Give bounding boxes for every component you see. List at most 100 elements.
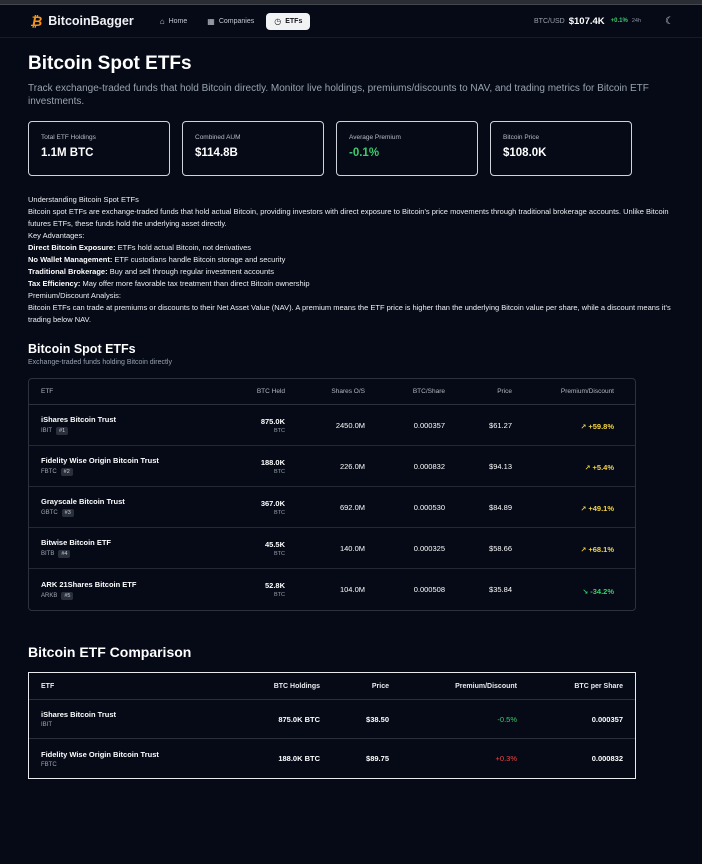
premium-cell: ↗ +68.1% xyxy=(512,539,626,557)
col-header-etf[interactable]: ETF xyxy=(29,683,229,690)
nav-item-home[interactable]: ⌂ Home xyxy=(152,13,196,30)
stat-label: Bitcoin Price xyxy=(503,134,540,141)
btc-share-cell: 0.000530 xyxy=(413,502,445,512)
rank-badge: #1 xyxy=(56,427,69,435)
nav-item-label: Home xyxy=(168,17,188,25)
price-cell: $89.75 xyxy=(366,754,389,763)
bitcoin-logo-icon: ₿ xyxy=(30,13,43,29)
trend-down-icon: ↘ xyxy=(582,588,589,596)
table-row[interactable]: Fidelity Wise Origin Bitcoin Trust FBTC … xyxy=(29,739,635,778)
advantage-item: Traditional Brokerage: Buy and sell thro… xyxy=(28,266,674,278)
etf-table: ETF BTC Held Shares O/S BTC/Share Price … xyxy=(28,378,636,611)
etf-cell: Fidelity Wise Origin Bitcoin Trust FBTC xyxy=(29,750,229,768)
price-cell: $58.66 xyxy=(489,543,512,553)
advantage-text: ETFs hold actual Bitcoin, not derivative… xyxy=(115,243,252,252)
table-row[interactable]: Grayscale Bitcoin Trust GBTC #3 367.0K BT… xyxy=(29,487,635,528)
col-header-btc-per-share[interactable]: BTC per Share xyxy=(517,683,635,690)
btc-held-unit: BTC xyxy=(274,468,285,475)
etf-cell: iShares Bitcoin Trust IBIT xyxy=(29,710,229,728)
home-icon: ⌂ xyxy=(159,16,165,26)
table-row[interactable]: iShares Bitcoin Trust IBIT 875.0K BTC $3… xyxy=(29,700,635,739)
rank-badge: #3 xyxy=(61,509,74,517)
btc-held-cell: 52.8K BTC xyxy=(229,581,285,598)
trend-up-icon: ↗ xyxy=(580,506,587,513)
etf-ticker: ARKB xyxy=(41,592,58,599)
col-header-premium[interactable]: Premium/Discount xyxy=(512,388,626,395)
etf-table-header: ETF BTC Held Shares O/S BTC/Share Price … xyxy=(29,379,635,405)
etf-section-title: Bitcoin Spot ETFs xyxy=(28,342,136,356)
info-heading: Understanding Bitcoin Spot ETFs xyxy=(28,195,139,204)
table-row[interactable]: Bitwise Bitcoin ETF BITB #4 45.5K BTC 140… xyxy=(29,528,635,569)
table-row[interactable]: Fidelity Wise Origin Bitcoin Trust FBTC #… xyxy=(29,446,635,487)
table-row[interactable]: iShares Bitcoin Trust IBIT #1 875.0K BTC … xyxy=(29,405,635,446)
theme-toggle-moon-icon[interactable]: ☾ xyxy=(665,16,674,27)
etf-info-block: Understanding Bitcoin Spot ETFs Bitcoin … xyxy=(28,194,674,326)
col-header-etf[interactable]: ETF xyxy=(29,388,229,395)
etf-name: Fidelity Wise Origin Bitcoin Trust xyxy=(41,456,159,465)
table-row[interactable]: ARK 21Shares Bitcoin ETF ARKB #5 52.8K BT… xyxy=(29,569,635,610)
etf-ticker: GBTC xyxy=(41,510,58,516)
btc-share-cell: 0.000325 xyxy=(413,543,445,553)
advantage-term: Direct Bitcoin Exposure: xyxy=(28,243,116,252)
premium-cell: +0.3% xyxy=(495,754,517,763)
btc-per-share-cell: 0.000357 xyxy=(591,714,623,724)
comparison-table: ETF BTC Holdings Price Premium/Discount … xyxy=(28,672,636,779)
stat-card-bitcoin-price: Bitcoin Price $108.0K xyxy=(490,121,632,176)
advantage-text: Buy and sell through regular investment … xyxy=(107,267,274,276)
advantage-text: ETF custodians handle Bitcoin storage an… xyxy=(112,255,286,264)
btc-period: 24h xyxy=(631,18,642,24)
stat-card-average-premium: Average Premium -0.1% xyxy=(336,121,478,176)
col-header-shares[interactable]: Shares O/S xyxy=(285,388,365,395)
btc-change: +0.1% xyxy=(610,18,628,24)
shares-cell: 104.0M xyxy=(339,585,365,594)
etf-ticker: FBTC xyxy=(41,761,57,768)
premium-cell: ↗ +5.4% xyxy=(512,457,626,475)
btc-held-cell: 188.0K BTC xyxy=(229,458,285,475)
stat-card-combined-aum: Combined AUM $114.8B xyxy=(182,121,324,176)
stat-label: Combined AUM xyxy=(195,134,241,141)
premium-value: +59.8% xyxy=(588,422,614,431)
btc-per-share-cell: 0.000832 xyxy=(591,754,623,763)
advantage-term: No Wallet Management: xyxy=(28,255,113,264)
info-intro: Bitcoin spot ETFs are exchange-traded fu… xyxy=(28,207,669,228)
col-header-price[interactable]: Price xyxy=(320,683,389,690)
etf-cell: iShares Bitcoin Trust IBIT #1 xyxy=(29,415,229,435)
page-title: Bitcoin Spot ETFs xyxy=(28,53,192,74)
rank-badge: #5 xyxy=(61,591,74,600)
stat-value: $114.8B xyxy=(195,147,238,159)
nav-item-companies[interactable]: ▦ Companies xyxy=(199,13,262,30)
btc-held-cell: 875.0K BTC xyxy=(229,417,285,434)
premium-value: +49.1% xyxy=(588,504,614,513)
etf-name: iShares Bitcoin Trust xyxy=(41,710,117,719)
main-content: Bitcoin Spot ETFs Track exchange-traded … xyxy=(0,53,702,779)
btc-held-value: 188.0K xyxy=(260,457,285,467)
col-header-premium[interactable]: Premium/Discount xyxy=(389,683,517,690)
btc-held-value: 45.5K xyxy=(264,539,285,549)
rank-badge: #2 xyxy=(60,468,73,476)
shares-cell: 692.0M xyxy=(339,502,365,512)
col-header-price[interactable]: Price xyxy=(445,388,512,395)
btc-pair-label: BTC/USD xyxy=(534,17,565,25)
btc-holdings-cell: 875.0K BTC xyxy=(278,714,320,724)
brand[interactable]: ₿ BitcoinBagger xyxy=(30,13,134,29)
advantages-heading: Key Advantages: xyxy=(28,231,85,240)
col-header-btc-share[interactable]: BTC/Share xyxy=(365,388,445,395)
btc-price: $107.4K xyxy=(568,15,605,27)
etf-ticker: IBIT xyxy=(41,428,53,434)
nav-item-etfs[interactable]: ◷ ETFs xyxy=(266,12,311,30)
advantage-item: Tax Efficiency: May offer more favorable… xyxy=(28,278,674,290)
page-subtitle: Track exchange-traded funds that hold Bi… xyxy=(28,83,649,107)
premium-cell: ↗ +59.8% xyxy=(512,416,626,434)
advantage-item: No Wallet Management: ETF custodians han… xyxy=(28,254,674,266)
premium-cell: ↘ -34.2% xyxy=(512,581,626,599)
price-cell: $38.50 xyxy=(366,714,389,724)
price-cell: $35.84 xyxy=(489,585,512,594)
col-header-btc-held[interactable]: BTC Held xyxy=(229,388,285,395)
advantage-term: Traditional Brokerage: xyxy=(28,267,108,276)
comparison-title: Bitcoin ETF Comparison xyxy=(28,644,192,660)
stat-label: Total ETF Holdings xyxy=(41,134,96,141)
etf-ticker: FBTC xyxy=(41,469,57,475)
etf-cell: Grayscale Bitcoin Trust GBTC #3 xyxy=(29,497,229,517)
col-header-btc-holdings[interactable]: BTC Holdings xyxy=(229,683,320,690)
etf-cell: Bitwise Bitcoin ETF BITB #4 xyxy=(29,538,229,558)
